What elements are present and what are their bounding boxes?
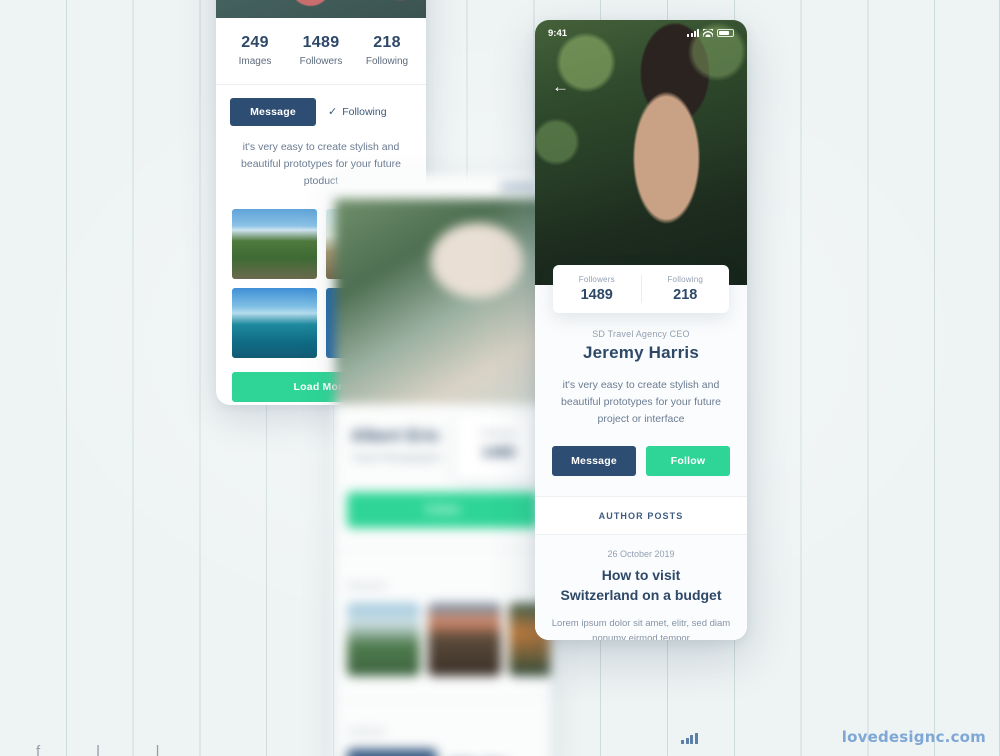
left-stat-following-label: Following <box>365 55 409 67</box>
right-profile-card: 9:41 ← Followers 1489 Following 218 SD T… <box>535 20 747 640</box>
middle-thumb[interactable] <box>428 603 501 676</box>
middle-video-title: Video One <box>449 749 508 756</box>
right-stat-following-label: Following <box>667 275 704 284</box>
middle-followers-label: Followers <box>479 428 517 438</box>
right-stat-followers: Followers 1489 <box>553 275 641 303</box>
middle-status-bar <box>335 175 550 199</box>
post-date: 26 October 2019 <box>607 549 675 559</box>
left-stat-followers-value: 1489 <box>302 34 340 51</box>
middle-follow-button[interactable]: Follow <box>347 492 538 528</box>
middle-followers-value: 1489 <box>481 444 515 461</box>
right-bio-text: it's very easy to create stylish and bea… <box>561 379 721 425</box>
middle-hero-image <box>335 199 550 404</box>
right-message-button[interactable]: Message <box>552 446 636 476</box>
right-role: SD Travel Agency CEO <box>592 329 690 339</box>
middle-thumb[interactable] <box>347 603 420 676</box>
middle-images-section: IMAGES <box>335 550 550 686</box>
gallery-thumb[interactable] <box>232 287 317 358</box>
left-following-toggle[interactable]: ✓ Following <box>328 105 387 119</box>
gallery-thumb[interactable] <box>232 208 317 279</box>
right-action-row: Message Follow <box>535 428 747 496</box>
middle-videos-section: VIDEOS Video One <box>335 700 550 756</box>
right-name: Jeremy Harris <box>582 343 699 362</box>
middle-followers-box: Followers 1489 <box>456 414 540 480</box>
wifi-icon <box>703 29 713 37</box>
right-hero-image: 9:41 ← <box>535 20 747 285</box>
left-stat-images: 249 Images <box>222 32 288 69</box>
middle-videos-label: VIDEOS <box>347 727 387 737</box>
cellular-signal-icon <box>687 29 699 37</box>
right-stat-following-value: 218 <box>673 287 698 303</box>
left-stat-images-value: 249 <box>241 34 269 51</box>
middle-video-thumb[interactable] <box>347 749 437 756</box>
status-bar-icons <box>687 29 734 37</box>
site-watermark: lovedesignc.com <box>841 728 986 746</box>
bottom-signal-icon <box>681 733 698 744</box>
status-bar-time: 9:41 <box>548 27 568 39</box>
left-stat-followers-label: Followers <box>299 55 343 67</box>
middle-images-row <box>347 603 550 676</box>
left-action-row: Message ✓ Following <box>216 85 426 128</box>
right-follow-button[interactable]: Follow <box>646 446 730 476</box>
bottom-clipped-text: f l l <box>36 743 186 756</box>
left-stats-row: 249 Images 1489 Followers 218 Following <box>216 18 426 85</box>
left-stat-followers: 1489 Followers <box>288 32 354 69</box>
post-title: How to visit Switzerland on a budget <box>560 567 722 603</box>
right-stats-card: Followers 1489 Following 218 <box>553 265 729 313</box>
left-stat-following: 218 Following <box>354 32 420 69</box>
left-cover-image: Travel Photographer. <box>216 0 426 18</box>
right-profile-body: SD Travel Agency CEO Jeremy Harris it's … <box>535 285 747 640</box>
middle-name-block: Albert Eric Travel Photographer Follower… <box>335 404 550 480</box>
author-posts-header: AUTHOR POSTS <box>535 497 747 535</box>
left-following-label: Following <box>342 105 387 118</box>
middle-images-label: IMAGES <box>347 581 388 591</box>
right-status-bar: 9:41 <box>535 20 747 46</box>
battery-icon <box>717 29 734 37</box>
left-message-button[interactable]: Message <box>230 97 316 126</box>
middle-blurred-profile-card: Albert Eric Travel Photographer Follower… <box>335 175 550 756</box>
left-stat-images-label: Images <box>238 55 272 67</box>
left-stat-following-value: 218 <box>373 34 401 51</box>
status-icons <box>500 184 536 190</box>
post-excerpt: Lorem ipsum dolor sit amet, elitr, sed d… <box>551 617 731 640</box>
check-icon: ✓ <box>328 106 338 119</box>
right-stat-followers-value: 1489 <box>580 287 613 303</box>
right-posts-section: AUTHOR POSTS 26 October 2019 How to visi… <box>535 496 747 640</box>
right-stat-followers-label: Followers <box>578 275 615 284</box>
right-stat-following: Following 218 <box>640 275 730 303</box>
middle-video-row[interactable]: Video One <box>347 749 538 756</box>
post-card[interactable]: 26 October 2019 How to visit Switzerland … <box>535 535 747 640</box>
back-arrow-icon[interactable]: ← <box>552 78 569 95</box>
